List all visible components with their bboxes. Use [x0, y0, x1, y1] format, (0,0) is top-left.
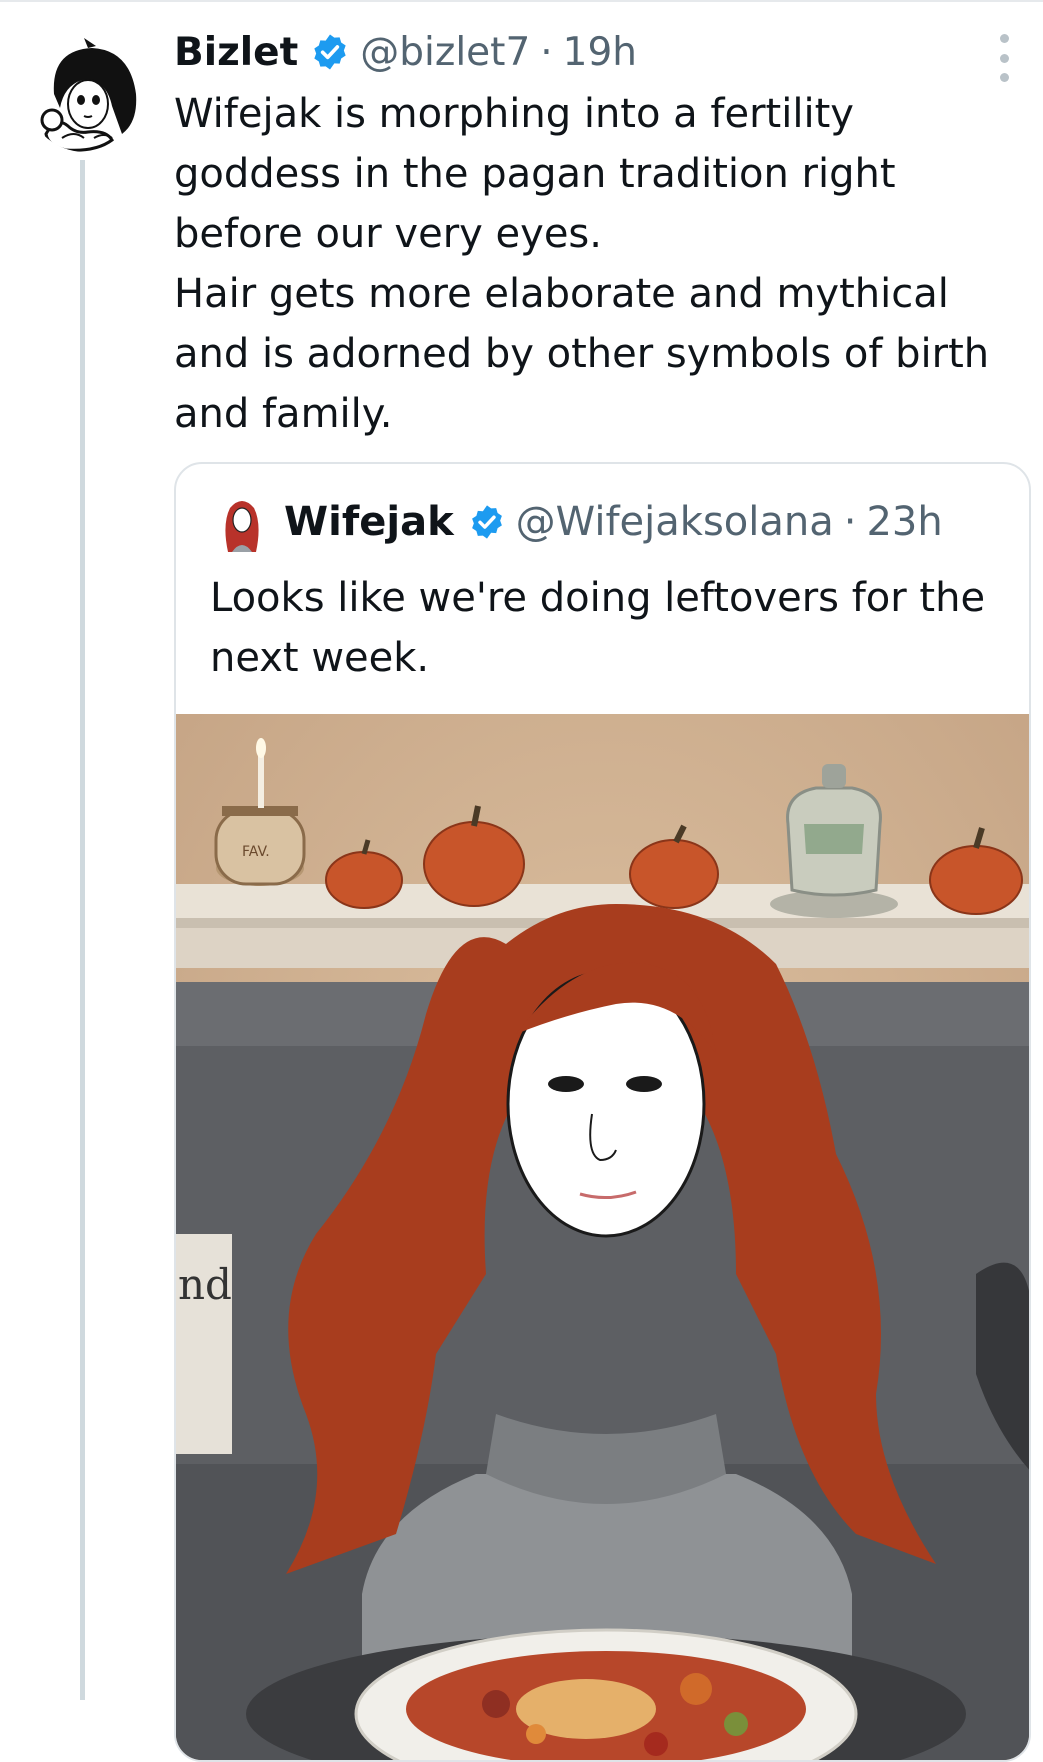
tweet-timestamp[interactable]: 19h	[563, 30, 637, 75]
illustration-image: nd FAV.	[176, 714, 1029, 1760]
more-dot	[999, 34, 1009, 43]
quote-handle[interactable]: @Wifejaksolana	[516, 499, 834, 545]
separator-dot: ·	[843, 499, 857, 545]
quote-timestamp[interactable]: 23h	[866, 499, 942, 545]
more-dot	[999, 53, 1009, 63]
tweet-text-line: goddess in the pagan tradition right	[174, 151, 896, 197]
tweet-text-line: Wifejak is morphing into a fertility	[174, 91, 854, 137]
more-dot	[999, 73, 1009, 82]
quote-text-line: next week.	[210, 635, 430, 681]
quote-header: Wifejak @Wifejaksolana · 23h	[284, 492, 943, 552]
verified-badge-icon	[314, 34, 346, 70]
thread-line	[80, 160, 85, 1700]
anime-character-avatar-icon	[26, 34, 144, 152]
tweet-text-line: Hair gets more elaborate and mythical	[174, 271, 949, 317]
more-vertical-icon[interactable]	[990, 34, 1018, 82]
quote-media-image[interactable]: nd FAV.	[176, 714, 1029, 1760]
tweet-text-line: before our very eyes.	[174, 211, 602, 257]
verified-badge-icon	[471, 505, 502, 539]
candle-label: FAV.	[242, 844, 270, 860]
author-avatar[interactable]	[26, 34, 144, 152]
top-divider	[0, 0, 1043, 2]
separator-dot: ·	[540, 29, 553, 75]
quote-author-avatar[interactable]	[218, 494, 266, 554]
pillow-text: nd	[178, 1260, 232, 1309]
tweet-text-line: and family.	[174, 391, 393, 437]
quote-text-line: Looks like we're doing leftovers for the	[210, 575, 986, 621]
author-handle[interactable]: @bizlet7	[360, 30, 530, 75]
tweet-text: Wifejak is morphing into a fertility god…	[174, 84, 1004, 444]
quote-text: Looks like we're doing leftovers for the…	[210, 568, 1010, 688]
tweet-text-line: and is adorned by other symbols of birth	[174, 331, 990, 377]
author-display-name[interactable]: Bizlet	[174, 30, 298, 75]
tweet-header: Bizlet @bizlet7 · 19h	[174, 22, 637, 82]
quote-display-name[interactable]: Wifejak	[284, 499, 454, 545]
quoted-tweet-card[interactable]: Wifejak @Wifejaksolana · 23h Looks like …	[174, 462, 1031, 1762]
